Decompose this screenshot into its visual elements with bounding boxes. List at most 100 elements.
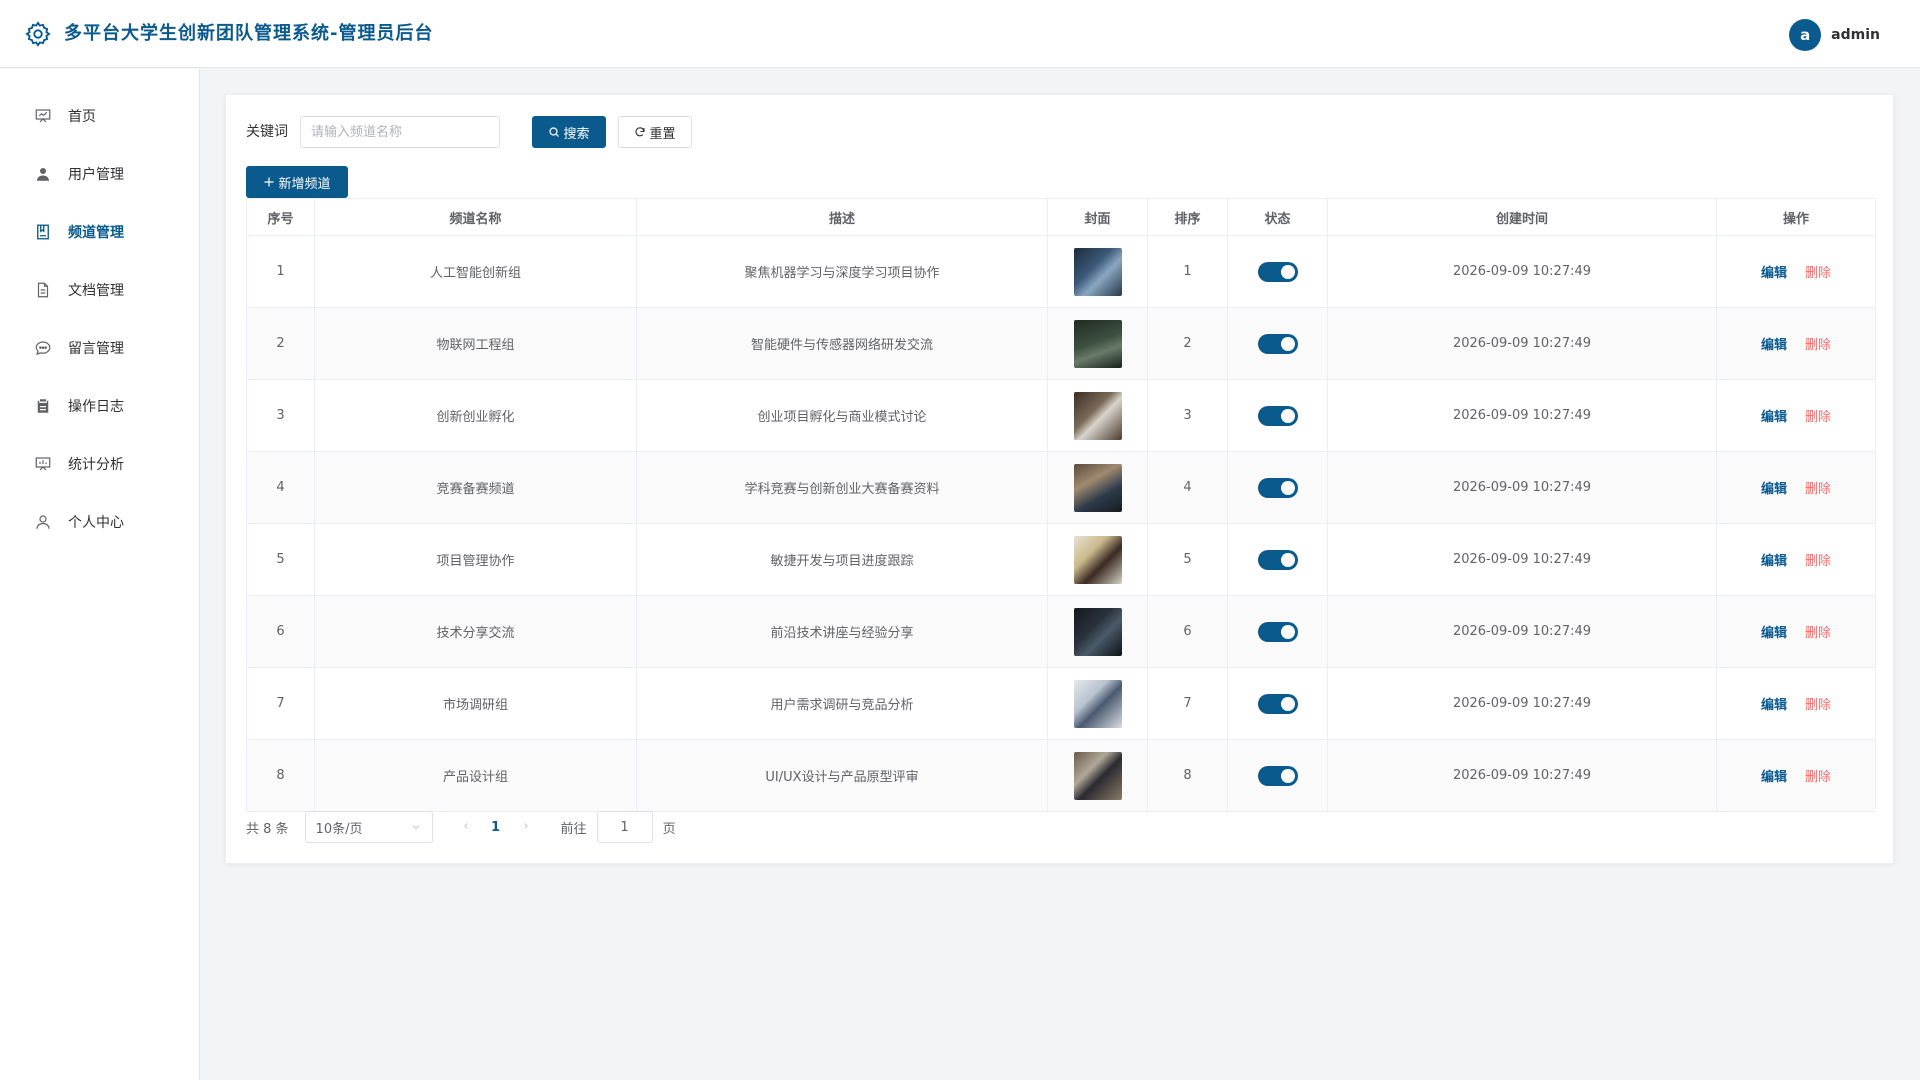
- sidebar-item-label: 频道管理: [68, 225, 124, 241]
- user-menu[interactable]: a admin: [1789, 18, 1880, 52]
- keyword-search-input[interactable]: [300, 116, 500, 148]
- cell-desc: 智能硬件与传感器网络研发交流: [636, 307, 1048, 380]
- cell-cover: [1047, 379, 1148, 452]
- cell-actions: 编辑 删除: [1716, 667, 1876, 740]
- cover-image[interactable]: [1073, 247, 1122, 296]
- cell-name: 技术分享交流: [314, 595, 637, 668]
- app-title: 多平台大学生创新团队管理系统-管理员后台: [64, 23, 434, 44]
- pagination: 共 8 条 10条/页 1 前往 页: [246, 811, 676, 843]
- cover-image[interactable]: [1073, 535, 1122, 584]
- sidebar-item-stats[interactable]: 统计分析: [0, 435, 199, 493]
- status-toggle[interactable]: [1257, 405, 1298, 426]
- delete-button[interactable]: 删除: [1805, 266, 1831, 281]
- delete-button[interactable]: 删除: [1805, 410, 1831, 425]
- goto-page-input[interactable]: [596, 811, 653, 843]
- sidebar-item-documents[interactable]: 文档管理: [0, 261, 199, 319]
- sidebar-item-logs[interactable]: 操作日志: [0, 377, 199, 435]
- channel-table: 序号 频道名称 描述 封面 排序 状态 创建时间 操作 1 人工智能创新组 聚焦…: [246, 198, 1876, 812]
- edit-button[interactable]: 编辑: [1761, 482, 1787, 497]
- cell-status: [1227, 451, 1328, 524]
- avatar[interactable]: a: [1789, 19, 1822, 51]
- status-toggle[interactable]: [1257, 333, 1298, 354]
- cover-image[interactable]: [1073, 319, 1122, 368]
- page-size-select[interactable]: 10条/页: [304, 811, 433, 843]
- cell-created: 2026-09-09 10:27:49: [1327, 667, 1717, 740]
- cell-cover: [1047, 739, 1148, 812]
- cell-sort: 3: [1147, 379, 1228, 452]
- cell-created: 2026-09-09 10:27:49: [1327, 595, 1717, 668]
- reset-button-label: 重置: [649, 126, 676, 142]
- cell-index: 3: [246, 379, 315, 452]
- col-header-actions: 操作: [1716, 198, 1876, 236]
- cell-index: 8: [246, 739, 315, 812]
- col-header-name: 频道名称: [314, 198, 637, 236]
- cell-desc: 聚焦机器学习与深度学习项目协作: [636, 235, 1048, 308]
- notebook-icon: [37, 224, 49, 240]
- cell-actions: 编辑 删除: [1716, 379, 1876, 452]
- delete-button[interactable]: 删除: [1805, 626, 1831, 641]
- sidebar-item-label: 文档管理: [68, 283, 124, 299]
- cell-actions: 编辑 删除: [1716, 595, 1876, 668]
- cell-actions: 编辑 删除: [1716, 523, 1876, 596]
- status-toggle[interactable]: [1257, 261, 1298, 282]
- cell-actions: 编辑 删除: [1716, 451, 1876, 524]
- sidebar-item-channels[interactable]: 频道管理: [0, 203, 199, 261]
- sidebar-item-label: 首页: [68, 109, 96, 125]
- status-toggle[interactable]: [1257, 621, 1298, 642]
- cell-status: [1227, 667, 1328, 740]
- status-toggle[interactable]: [1257, 765, 1298, 786]
- cell-sort: 1: [1147, 235, 1228, 308]
- chevron-left-icon: [463, 822, 468, 829]
- sidebar-item-profile[interactable]: 个人中心: [0, 493, 199, 551]
- edit-button[interactable]: 编辑: [1761, 554, 1787, 569]
- search-icon: [549, 127, 560, 137]
- status-toggle[interactable]: [1257, 549, 1298, 570]
- cell-name: 竞赛备赛频道: [314, 451, 637, 524]
- channel-list-card: 关键词 搜索 重置 新增频道 序号 频道名称 描述 封面 排序 状态 创建时间 …: [225, 94, 1894, 864]
- next-page-button[interactable]: [511, 820, 541, 835]
- cell-sort: 4: [1147, 451, 1228, 524]
- cell-desc: UI/UX设计与产品原型评审: [636, 739, 1048, 812]
- table-row: 3 创新创业孵化 创业项目孵化与商业模式讨论 3 2026-09-09 10:2…: [246, 379, 1876, 452]
- col-header-created: 创建时间: [1327, 198, 1717, 236]
- cell-sort: 2: [1147, 307, 1228, 380]
- keyword-label: 关键词: [246, 124, 288, 140]
- delete-button[interactable]: 删除: [1805, 482, 1831, 497]
- chat-bubble-icon: [35, 341, 51, 355]
- edit-button[interactable]: 编辑: [1761, 698, 1787, 713]
- edit-button[interactable]: 编辑: [1761, 266, 1787, 281]
- prev-page-button[interactable]: [451, 820, 481, 835]
- cover-image[interactable]: [1073, 607, 1122, 656]
- cover-image[interactable]: [1073, 463, 1122, 512]
- status-toggle[interactable]: [1257, 693, 1298, 714]
- cell-cover: [1047, 307, 1148, 380]
- cover-image[interactable]: [1073, 391, 1122, 440]
- username[interactable]: admin: [1831, 27, 1880, 43]
- cell-status: [1227, 595, 1328, 668]
- cell-status: [1227, 739, 1328, 812]
- edit-button[interactable]: 编辑: [1761, 770, 1787, 785]
- page-number-current[interactable]: 1: [481, 820, 511, 835]
- search-button[interactable]: 搜索: [532, 116, 606, 148]
- chevron-down-icon: [412, 825, 419, 830]
- status-toggle[interactable]: [1257, 477, 1298, 498]
- user-icon: [37, 168, 49, 181]
- edit-button[interactable]: 编辑: [1761, 410, 1787, 425]
- edit-button[interactable]: 编辑: [1761, 338, 1787, 353]
- delete-button[interactable]: 删除: [1805, 554, 1831, 569]
- sidebar-item-label: 统计分析: [68, 457, 124, 473]
- cell-cover: [1047, 595, 1148, 668]
- cover-image[interactable]: [1073, 751, 1122, 800]
- cell-sort: 5: [1147, 523, 1228, 596]
- cover-image[interactable]: [1073, 679, 1122, 728]
- add-channel-button[interactable]: 新增频道: [246, 166, 348, 198]
- delete-button[interactable]: 删除: [1805, 338, 1831, 353]
- reset-button[interactable]: 重置: [618, 116, 692, 148]
- edit-button[interactable]: 编辑: [1761, 626, 1787, 641]
- sidebar-item-messages[interactable]: 留言管理: [0, 319, 199, 377]
- delete-button[interactable]: 删除: [1805, 770, 1831, 785]
- delete-button[interactable]: 删除: [1805, 698, 1831, 713]
- sidebar-item-home[interactable]: 首页: [0, 87, 199, 145]
- sidebar-item-users[interactable]: 用户管理: [0, 145, 199, 203]
- cell-index: 6: [246, 595, 315, 668]
